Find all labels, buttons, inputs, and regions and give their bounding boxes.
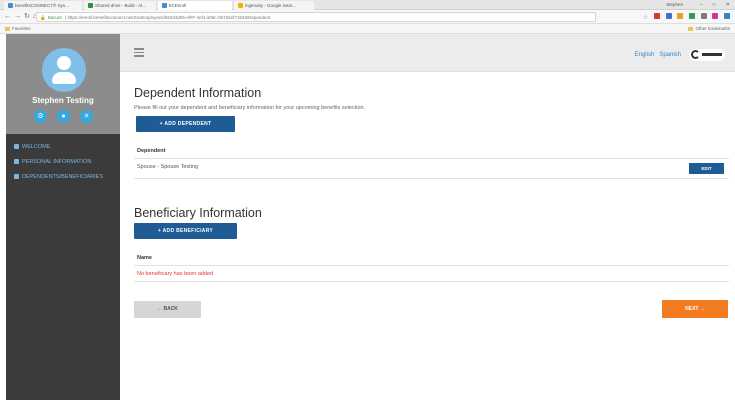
- checkbox-checked-icon: [14, 174, 19, 180]
- browser-tab-google-search[interactable]: ingenuity - Google Sear...: [234, 1, 314, 10]
- settings-gear-icon[interactable]: ⚙: [34, 110, 47, 123]
- bookmark-other[interactable]: Other bookmarks: [688, 24, 730, 34]
- table-divider: [134, 158, 729, 159]
- sidebar-item-dependents-beneficiaries[interactable]: DEPENDENTS/BENEFICIARIES: [6, 170, 120, 185]
- avatar: [42, 48, 86, 92]
- address-bar-row: ← → ↻ ⌂ 🔒 Secure | https://enroll.benefitsco…: [0, 10, 735, 24]
- user-name: Stephen Testing: [32, 96, 94, 105]
- folder-icon: [5, 26, 10, 31]
- app-header: English Spanish: [120, 34, 735, 72]
- beneficiary-column-header: Name: [137, 255, 152, 261]
- minimize-icon[interactable]: –: [700, 2, 703, 8]
- star-bookmark-icon[interactable]: ☆: [643, 14, 648, 21]
- folder-icon: [688, 26, 694, 31]
- url-input[interactable]: 🔒 Secure | https://enroll.benefitsconnect…: [36, 12, 596, 22]
- lang-english-link[interactable]: English: [635, 52, 655, 58]
- back-arrow-icon[interactable]: ←: [4, 13, 11, 20]
- drive-icon: [88, 3, 93, 9]
- tab-favicon-icon: [162, 3, 167, 9]
- extension-icons: ☆: [639, 13, 730, 21]
- extension-icon[interactable]: [700, 13, 707, 19]
- table-divider: [134, 281, 729, 282]
- forward-arrow-icon[interactable]: →: [14, 13, 21, 20]
- extension-icon[interactable]: [688, 13, 695, 19]
- tab-favicon-icon: [8, 3, 13, 9]
- hamburger-menu-icon[interactable]: [134, 48, 144, 57]
- browser-tab-bcenroll[interactable]: bCEnroll: [158, 1, 232, 10]
- extension-icon[interactable]: [712, 13, 719, 19]
- dependent-row-name: Spouse - Spouse Testing: [137, 164, 199, 170]
- sidebar-item-welcome[interactable]: WELCOME: [6, 140, 120, 155]
- maximize-icon[interactable]: □: [713, 2, 716, 8]
- secure-lock-icon: 🔒: [40, 15, 46, 20]
- extension-icon[interactable]: [665, 13, 672, 19]
- table-divider: [134, 178, 729, 179]
- browser-tab-strip: benefitsCONNECT® Sys... Shared drive - B…: [0, 0, 735, 10]
- google-icon: [238, 3, 243, 9]
- edit-dependent-button[interactable]: EDIT: [689, 163, 724, 174]
- sidebar-item-personal-information[interactable]: PERSONAL INFORMATION: [6, 155, 120, 170]
- add-dependent-button[interactable]: + ADD DEPENDENT: [136, 116, 235, 132]
- browser-nav-buttons: ← → ↻ ⌂: [4, 12, 40, 20]
- brand-logo: [689, 49, 725, 61]
- reload-icon[interactable]: ↻: [24, 13, 30, 20]
- dependent-section-subtitle: Please fill out your dependent and benef…: [134, 105, 366, 111]
- no-beneficiary-message: No beneficiary has been added: [137, 271, 214, 277]
- lang-spanish-link[interactable]: Spanish: [659, 52, 681, 58]
- table-divider: [134, 265, 729, 266]
- beneficiary-section-title: Beneficiary Information: [134, 206, 262, 220]
- bookmarks-bar: Favorites Other bookmarks: [0, 24, 735, 34]
- back-button[interactable]: ← BACK: [134, 301, 201, 318]
- checkbox-checked-icon: [14, 144, 19, 150]
- close-icon[interactable]: ✕: [726, 2, 730, 8]
- checkbox-checked-icon: [14, 159, 19, 165]
- language-switcher: English Spanish: [630, 52, 681, 58]
- lock-icon[interactable]: ●: [57, 110, 70, 123]
- add-beneficiary-button[interactable]: + ADD BENEFICIARY: [134, 223, 237, 239]
- extension-icon[interactable]: [677, 13, 684, 19]
- browser-tab-shared-drive[interactable]: Shared drive - Build - Al...: [84, 1, 156, 10]
- user-icon: [57, 56, 71, 70]
- extension-icon[interactable]: [653, 13, 660, 19]
- next-button[interactable]: NEXT →: [662, 300, 728, 318]
- dependent-section-title: Dependent Information: [134, 86, 262, 100]
- browser-profile-label[interactable]: Stephen: [666, 0, 683, 10]
- sidebar: Stephen Testing ⚙ ● ✕ WELCOME PERSONAL I…: [6, 34, 120, 400]
- bookmark-favorites[interactable]: Favorites: [5, 24, 31, 34]
- window-controls: – □ ✕: [690, 0, 730, 10]
- browser-tab-benefitsconnect[interactable]: benefitsCONNECT® Sys...: [4, 1, 82, 10]
- logout-close-icon[interactable]: ✕: [80, 110, 93, 123]
- extension-icon[interactable]: [724, 13, 730, 19]
- profile-panel: Stephen Testing ⚙ ● ✕: [6, 34, 120, 134]
- sidebar-nav: WELCOME PERSONAL INFORMATION DEPENDENTS/…: [6, 140, 120, 185]
- dependent-column-header: Dependent: [137, 148, 166, 154]
